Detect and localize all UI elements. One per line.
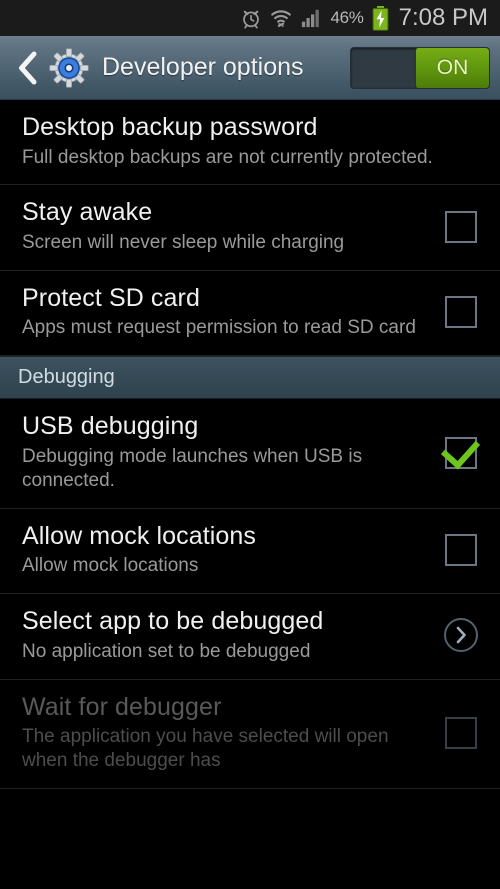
page-title: Developer options bbox=[102, 53, 304, 81]
clock-label: 7:08 PM bbox=[398, 4, 488, 31]
row-text: USB debugging Debugging mode launches wh… bbox=[22, 412, 438, 492]
status-bar[interactable]: 46% 7:08 PM bbox=[0, 0, 500, 36]
checkbox-allow-mock-locations[interactable] bbox=[445, 533, 477, 566]
toggle-state-label: ON bbox=[436, 55, 469, 79]
list-item-select-app-to-be-debugged[interactable]: Select app to be debugged No application… bbox=[0, 594, 500, 680]
developer-options-toggle[interactable]: ON bbox=[350, 46, 490, 89]
list-item-allow-mock-locations[interactable]: Allow mock locations Allow mock location… bbox=[0, 508, 500, 595]
chevron-right-icon[interactable] bbox=[444, 618, 478, 653]
list-item-title: Wait for debugger bbox=[22, 692, 222, 721]
row-widget bbox=[438, 533, 484, 566]
list-item-title: Protect SD card bbox=[22, 283, 200, 312]
wifi-icon bbox=[270, 7, 292, 29]
list-item-desktop-backup-password[interactable]: Desktop backup password Full desktop bac… bbox=[0, 100, 500, 186]
list-item-title: Allow mock locations bbox=[22, 521, 257, 550]
back-chevron-icon[interactable] bbox=[12, 46, 42, 90]
row-widget bbox=[438, 210, 484, 243]
row-text: Allow mock locations Allow mock location… bbox=[22, 522, 438, 578]
row-text: Desktop backup password Full desktop bac… bbox=[22, 113, 484, 169]
list-item-summary: Screen will never sleep while charging bbox=[22, 231, 345, 253]
list-item-summary: Apps must request permission to read SD … bbox=[22, 317, 416, 339]
list-item-protect-sd-card[interactable]: Protect SD card Apps must request permis… bbox=[0, 270, 500, 357]
list-item-summary: Allow mock locations bbox=[22, 555, 199, 577]
checkbox-wait-for-debugger bbox=[445, 716, 477, 749]
row-widget bbox=[438, 716, 484, 749]
row-text: Stay awake Screen will never sleep while… bbox=[22, 198, 438, 254]
settings-gear-icon bbox=[48, 47, 90, 89]
alarm-clock-icon bbox=[240, 7, 262, 29]
row-widget bbox=[438, 436, 484, 469]
action-bar: Developer options ON bbox=[0, 36, 500, 100]
row-widget bbox=[438, 618, 484, 653]
settings-list[interactable]: Desktop backup password Full desktop bac… bbox=[0, 100, 500, 789]
list-item-title: Select app to be debugged bbox=[22, 607, 324, 636]
battery-percent-label: 46% bbox=[330, 8, 364, 27]
checkbox-usb-debugging[interactable] bbox=[445, 436, 477, 469]
row-text: Wait for debugger The application you ha… bbox=[22, 693, 438, 773]
cellular-signal-icon bbox=[300, 8, 322, 28]
row-text: Protect SD card Apps must request permis… bbox=[22, 284, 438, 340]
toggle-thumb: ON bbox=[415, 47, 489, 88]
list-item-summary: The application you have selected will o… bbox=[22, 726, 389, 771]
list-item-wait-for-debugger: Wait for debugger The application you ha… bbox=[0, 679, 500, 789]
row-text: Select app to be debugged No application… bbox=[22, 607, 438, 663]
list-item-usb-debugging[interactable]: USB debugging Debugging mode launches wh… bbox=[0, 399, 500, 509]
list-item-summary: No application set to be debugged bbox=[22, 640, 311, 662]
list-item-stay-awake[interactable]: Stay awake Screen will never sleep while… bbox=[0, 185, 500, 271]
section-header-label: Debugging bbox=[18, 366, 115, 389]
list-item-title: Stay awake bbox=[22, 198, 153, 227]
row-widget bbox=[438, 296, 484, 329]
section-header-debugging: Debugging bbox=[0, 356, 500, 400]
checkbox-protect-sd-card[interactable] bbox=[445, 296, 477, 329]
list-item-summary: Full desktop backups are not currently p… bbox=[22, 146, 433, 168]
list-item-title: Desktop backup password bbox=[22, 113, 318, 141]
battery-charging-icon bbox=[372, 5, 389, 31]
list-item-summary: Debugging mode launches when USB is conn… bbox=[22, 445, 363, 491]
list-item-title: USB debugging bbox=[22, 412, 199, 441]
checkbox-stay-awake[interactable] bbox=[445, 210, 477, 243]
toggle-track bbox=[351, 48, 415, 88]
